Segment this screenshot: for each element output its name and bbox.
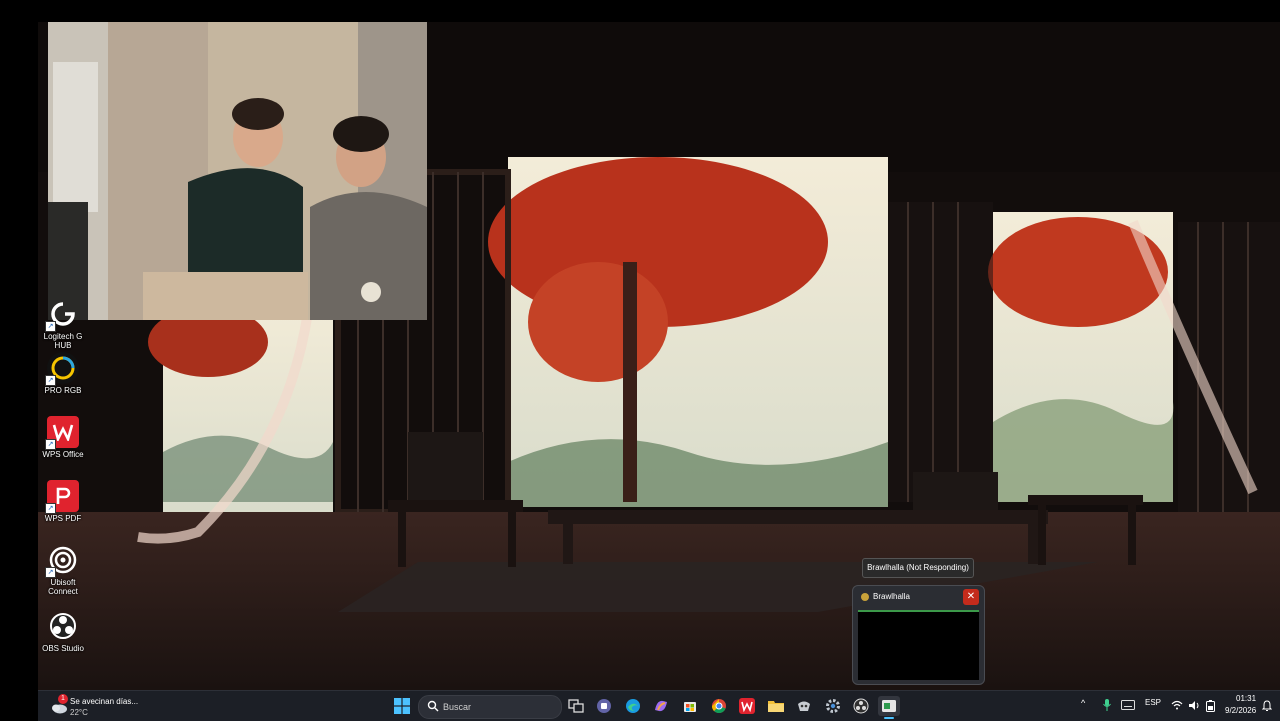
microphone-icon[interactable] bbox=[1103, 699, 1111, 711]
chrome-button[interactable] bbox=[708, 696, 730, 716]
app-button[interactable] bbox=[793, 696, 815, 716]
task-view-icon bbox=[568, 699, 584, 713]
shortcut-arrow-icon: ↗ bbox=[45, 321, 56, 332]
weather-widget[interactable]: 1 Se avecinan días... 22°C bbox=[48, 694, 158, 718]
app-icon bbox=[798, 701, 810, 711]
chrome-icon bbox=[711, 699, 726, 714]
desktop-icon-label: PRO RGB bbox=[44, 386, 82, 395]
teams-button[interactable] bbox=[593, 696, 615, 716]
file-explorer-button[interactable] bbox=[765, 696, 787, 716]
weather-title: Se avecinan días... bbox=[70, 697, 139, 706]
shortcut-arrow-icon: ↗ bbox=[45, 439, 56, 450]
desktop-icon-label: Ubisoft Connect bbox=[48, 578, 78, 596]
copilot-icon bbox=[655, 700, 667, 712]
teams-icon bbox=[597, 699, 611, 713]
desktop-icon-label: Logitech G HUB bbox=[43, 332, 83, 350]
taskbar: 1 Se avecinan días... 22°C Buscar ^ ESP … bbox=[38, 690, 1280, 721]
logitech-g-hub-icon: ↗ bbox=[45, 298, 79, 332]
thumbnail-close-button[interactable]: ✕ bbox=[963, 589, 979, 605]
keyboard-icon[interactable] bbox=[1121, 700, 1135, 710]
desktop-icon-obs-studio[interactable]: OBS Studio bbox=[38, 610, 88, 653]
clock-time[interactable]: 01:31 bbox=[1236, 694, 1256, 703]
wifi-icon[interactable] bbox=[1171, 700, 1183, 710]
task-view-button[interactable] bbox=[565, 696, 587, 716]
settings-icon bbox=[826, 699, 840, 713]
start-icon bbox=[394, 698, 410, 714]
obs-button[interactable] bbox=[850, 696, 872, 716]
battery-icon[interactable] bbox=[1206, 700, 1215, 712]
store-button[interactable] bbox=[679, 696, 701, 716]
search-placeholder: Buscar bbox=[443, 702, 472, 712]
store-icon bbox=[684, 702, 696, 712]
thumbnail-title: Brawlhalla bbox=[873, 592, 910, 601]
thumbnail-preview[interactable] bbox=[858, 610, 979, 680]
notification-badge: 1 bbox=[58, 694, 68, 704]
desktop-icon-wps-office[interactable]: ↗ WPS Office bbox=[38, 416, 88, 459]
settings-button[interactable] bbox=[822, 696, 844, 716]
desktop-icon-logitech-g-hub[interactable]: ↗ Logitech G HUB bbox=[38, 298, 88, 350]
edge-button[interactable] bbox=[622, 696, 644, 716]
volume-icon[interactable] bbox=[1188, 700, 1201, 711]
desktop-icon-wps-pdf[interactable]: ↗ WPS PDF bbox=[38, 480, 88, 523]
desktop-icon-pro-rgb[interactable]: ↗ PRO RGB bbox=[38, 352, 88, 395]
shortcut-arrow-icon: ↗ bbox=[45, 503, 56, 514]
desktop-icon-label: WPS PDF bbox=[44, 514, 82, 523]
edge-icon bbox=[626, 699, 640, 713]
search-icon bbox=[427, 700, 439, 712]
shortcut-arrow-icon: ↗ bbox=[45, 375, 56, 386]
copilot-button[interactable] bbox=[650, 696, 672, 716]
wps-button[interactable] bbox=[736, 696, 758, 716]
wps-pdf-icon: ↗ bbox=[45, 480, 79, 514]
clock-date[interactable]: 9/2/2026 bbox=[1225, 706, 1256, 715]
ubisoft-connect-icon: ↗ bbox=[45, 544, 79, 578]
shortcut-arrow-icon: ↗ bbox=[45, 567, 56, 578]
active-app-icon bbox=[882, 700, 896, 712]
desktop-icon-label: WPS Office bbox=[42, 450, 84, 459]
active-indicator bbox=[884, 717, 894, 719]
desktop: ↗ Logitech G HUB ↗ PRO RGB ↗ WPS Office … bbox=[38, 22, 1280, 720]
brawlhalla-icon bbox=[861, 593, 869, 601]
webcam-overlay bbox=[48, 22, 427, 320]
wps-icon bbox=[739, 698, 755, 714]
desktop-icon-label: OBS Studio bbox=[42, 644, 84, 653]
start-button[interactable] bbox=[391, 696, 413, 716]
obs-icon bbox=[853, 698, 869, 714]
file-explorer-icon bbox=[768, 701, 784, 712]
notification-bell-icon[interactable] bbox=[1262, 700, 1272, 712]
taskbar-window-thumbnail[interactable]: Brawlhalla ✕ bbox=[852, 585, 985, 685]
language-indicator[interactable]: ESP bbox=[1145, 698, 1161, 707]
weather-temp: 22°C bbox=[70, 708, 88, 717]
active-app-button[interactable] bbox=[878, 696, 900, 719]
search-box[interactable]: Buscar bbox=[418, 695, 562, 719]
window-tooltip: Brawlhalla (Not Responding) bbox=[862, 558, 974, 578]
obs-studio-icon bbox=[47, 610, 79, 642]
desktop-icon-ubisoft-connect[interactable]: ↗ Ubisoft Connect bbox=[38, 544, 88, 596]
pro-rgb-icon: ↗ bbox=[45, 352, 79, 386]
wps-office-icon: ↗ bbox=[45, 416, 79, 450]
tray-overflow-chevron-icon[interactable]: ^ bbox=[1081, 698, 1085, 708]
